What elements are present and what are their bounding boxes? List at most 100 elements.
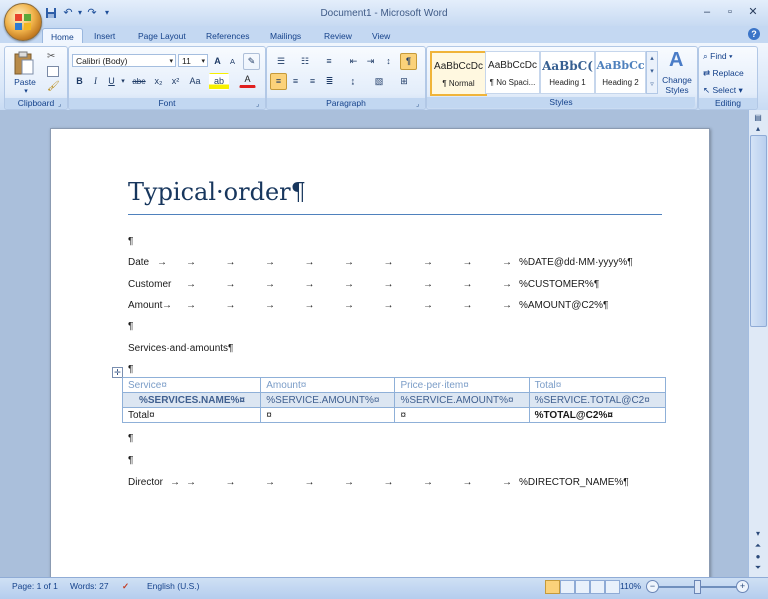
change-styles-icon[interactable]: A	[666, 48, 690, 71]
office-button[interactable]	[4, 3, 42, 41]
table-cell[interactable]: %SERVICE.AMOUNT%¤	[260, 392, 396, 408]
tab-page-layout[interactable]: Page Layout	[130, 28, 194, 44]
numbering-icon[interactable]: ☷	[294, 53, 316, 70]
table-cell[interactable]: %SERVICE.AMOUNT%¤	[394, 392, 530, 408]
field-value-amount[interactable]: %AMOUNT@C2%¶	[519, 300, 608, 311]
select-button[interactable]: ↖ Select ▾	[703, 85, 743, 96]
tab-arrow: →	[225, 279, 236, 290]
table-cell[interactable]: Total¤	[121, 407, 262, 423]
table-cell[interactable]: ¤	[394, 407, 530, 423]
borders-icon[interactable]: ⊞	[393, 73, 415, 90]
font-color-button[interactable]: A	[239, 73, 256, 88]
next-page-icon[interactable]: ⏷	[752, 563, 764, 573]
help-icon[interactable]: ?	[748, 28, 760, 40]
shading-icon[interactable]: ▧	[368, 73, 390, 90]
italic-button[interactable]: I	[88, 73, 103, 90]
sort-icon[interactable]: ↕	[380, 53, 397, 70]
tab-mailings[interactable]: Mailings	[262, 28, 309, 44]
table-cell[interactable]: Total¤	[528, 377, 667, 393]
minimize-button[interactable]: –	[698, 5, 716, 19]
style-heading-2[interactable]: AaBbCc Heading 2	[595, 51, 646, 94]
font-size-combo[interactable]: 11 ▾	[178, 54, 208, 67]
decrease-indent-icon[interactable]: ⇤	[345, 53, 362, 70]
previous-page-icon[interactable]: ⏶	[752, 541, 764, 551]
justify-icon[interactable]: ≣	[321, 73, 338, 90]
change-case-button[interactable]: Aa	[185, 73, 205, 90]
paste-dropdown-icon[interactable]: ▾	[10, 87, 42, 95]
word-count[interactable]: Words: 27	[70, 581, 109, 591]
table-cell[interactable]: %TOTAL@C2%¤	[528, 407, 667, 423]
grow-font-button[interactable]: A	[210, 53, 225, 70]
bullets-icon[interactable]: ☰	[270, 53, 292, 70]
tab-view[interactable]: View	[364, 28, 398, 44]
styles-scroll-icon[interactable]: ▴ ▾ ▿	[646, 51, 658, 94]
tab-arrow: →	[265, 257, 275, 268]
tab-review[interactable]: Review	[316, 28, 360, 44]
show-formatting-button[interactable]: ¶	[400, 53, 417, 70]
style-no-spacing[interactable]: AaBbCcDc ¶ No Spaci...	[485, 51, 540, 94]
shrink-font-button[interactable]: A	[225, 53, 240, 70]
strikethrough-button[interactable]: abe	[129, 73, 149, 90]
scroll-thumb[interactable]	[750, 135, 767, 327]
tab-insert[interactable]: Insert	[86, 28, 123, 44]
table-cell[interactable]: Amount¤	[260, 377, 396, 393]
select-browse-object-icon[interactable]: ●	[752, 552, 764, 562]
proofing-icon[interactable]: ✓	[122, 581, 129, 592]
align-center-icon[interactable]: ≡	[287, 73, 304, 90]
align-left-icon[interactable]: ≡	[270, 73, 287, 90]
paste-button[interactable]: Paste	[9, 77, 41, 87]
underline-button[interactable]: U	[104, 73, 119, 90]
style-heading-1[interactable]: AaBbC( Heading 1	[540, 51, 595, 94]
line-spacing-icon[interactable]: ↨	[342, 73, 364, 90]
print-layout-icon[interactable]	[545, 580, 560, 594]
font-launcher-icon[interactable]: ⌟	[256, 101, 263, 108]
web-layout-icon[interactable]	[575, 580, 590, 594]
superscript-button[interactable]: x²	[167, 73, 184, 90]
subscript-button[interactable]: x₂	[150, 73, 167, 90]
increase-indent-icon[interactable]: ⇥	[362, 53, 379, 70]
cut-icon[interactable]: ✂	[47, 51, 55, 62]
change-styles-button[interactable]: Change Styles	[660, 75, 694, 95]
tab-references[interactable]: References	[198, 28, 257, 44]
zoom-slider-thumb[interactable]	[694, 580, 701, 594]
full-screen-reading-icon[interactable]	[560, 580, 575, 594]
zoom-in-icon[interactable]: +	[736, 580, 749, 593]
paragraph-launcher-icon[interactable]: ⌟	[416, 101, 423, 108]
language-indicator[interactable]: English (U.S.)	[147, 581, 199, 591]
paste-icon[interactable]	[13, 51, 35, 77]
find-button[interactable]: ⌕ Find ▾	[703, 51, 733, 62]
page-count[interactable]: Page: 1 of 1	[12, 581, 58, 591]
field-value-customer[interactable]: %CUSTOMER%¶	[519, 279, 599, 290]
replace-button[interactable]: ⇄ Replace	[703, 68, 744, 79]
ruler-toggle-icon[interactable]: ▤	[752, 113, 764, 123]
clear-formatting-icon[interactable]: ✎	[243, 53, 260, 70]
font-name-combo[interactable]: Calibri (Body) ▾	[72, 54, 176, 67]
table-cell[interactable]: ¤	[260, 407, 396, 423]
highlight-color-icon[interactable]: ab	[209, 73, 229, 90]
field-value-director[interactable]: %DIRECTOR_NAME%¶	[519, 477, 629, 488]
order-table[interactable]: Service¤ Amount¤ Price·per·item¤ Total¤ …	[121, 377, 667, 423]
scroll-up-icon[interactable]: ▴	[752, 124, 764, 134]
maximize-button[interactable]: ▫	[721, 5, 739, 19]
close-button[interactable]: ✕	[744, 5, 762, 19]
field-value-date[interactable]: %DATE@dd·MM·yyyy%¶	[519, 257, 633, 268]
document-heading[interactable]: Typical·order¶	[128, 178, 306, 206]
copy-icon[interactable]	[47, 66, 59, 77]
draft-view-icon[interactable]	[605, 580, 620, 594]
outline-view-icon[interactable]	[590, 580, 605, 594]
services-heading[interactable]: Services·and·amounts¶	[128, 343, 233, 354]
align-right-icon[interactable]: ≡	[304, 73, 321, 90]
style-normal[interactable]: AaBbCcDc ¶ Normal	[430, 51, 487, 96]
multilevel-list-icon[interactable]: ≡	[318, 53, 340, 70]
scroll-down-icon[interactable]: ▾	[752, 529, 764, 539]
table-cell[interactable]: %SERVICE.TOTAL@C2¤	[528, 392, 667, 408]
tab-arrow: →	[383, 300, 394, 311]
underline-dropdown-icon[interactable]: ▾	[119, 73, 127, 90]
clipboard-launcher-icon[interactable]: ⌟	[58, 101, 65, 108]
table-cell[interactable]: Service¤	[121, 377, 262, 393]
bold-button[interactable]: B	[72, 73, 87, 90]
table-cell[interactable]: Price·per·item¤	[394, 377, 530, 393]
zoom-level[interactable]: 110%	[620, 581, 641, 591]
format-painter-icon[interactable]: 🖌	[47, 81, 60, 92]
table-cell[interactable]: %SERVICES.NAME%¤	[121, 392, 262, 408]
